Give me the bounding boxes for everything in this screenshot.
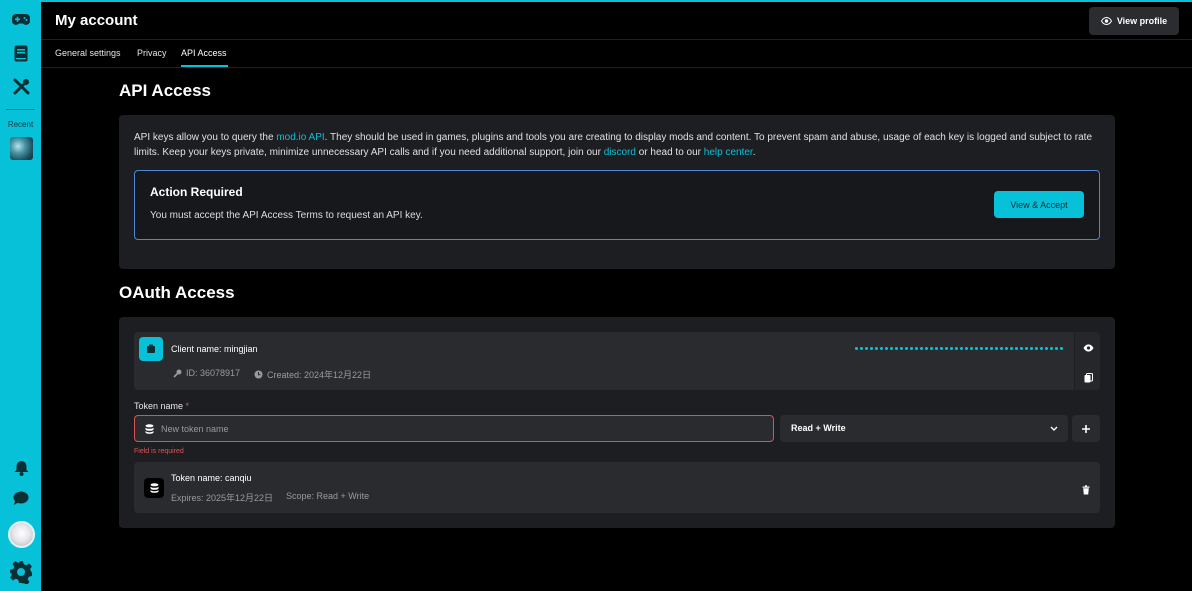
tab-privacy[interactable]: Privacy — [137, 48, 167, 58]
discord-link[interactable]: discord — [604, 147, 636, 158]
tab-general-settings[interactable]: General settings — [55, 48, 121, 58]
required-asterisk: * — [185, 401, 190, 411]
view-profile-button[interactable]: View profile — [1089, 7, 1179, 35]
api-access-panel: API keys allow you to query the mod.io A… — [119, 115, 1115, 269]
chat-icon[interactable] — [9, 486, 33, 510]
client-app-icon — [139, 337, 163, 361]
oauth-client-card: Client name: mingjian ID: 36078917 Creat… — [134, 332, 1100, 390]
recent-label: Recent — [7, 120, 34, 129]
masked-client-secret — [854, 346, 1064, 351]
client-id-text: ID: 36078917 — [186, 368, 241, 378]
plus-icon — [1082, 424, 1090, 433]
token-database-icon — [144, 478, 164, 498]
delete-token-trash-icon[interactable] — [1082, 482, 1090, 500]
bell-icon[interactable] — [9, 456, 33, 480]
field-required-error: Field is required — [134, 448, 184, 455]
token-expires: Expires: 2025年12月22日 — [171, 493, 274, 503]
token-list-item: Token name: canqiu Expires: 2025年12月22日 … — [134, 462, 1100, 513]
client-created-text: Created: 2024年12月22日 — [267, 370, 372, 380]
view-accept-button[interactable]: View & Accept — [994, 191, 1084, 218]
client-name: Client name: mingjian — [171, 344, 258, 354]
help-center-link[interactable]: help center — [704, 147, 753, 158]
view-profile-label: View profile — [1116, 16, 1168, 26]
book-icon[interactable] — [9, 41, 33, 65]
token-name-label: Token name * — [134, 401, 189, 411]
top-bar: My account View profile — [41, 0, 1192, 40]
add-token-button[interactable] — [1072, 415, 1100, 442]
oauth-access-panel: Client name: mingjian ID: 36078917 Creat… — [119, 317, 1115, 528]
left-rail: Recent — [0, 0, 41, 591]
token-name-input[interactable] — [161, 421, 761, 437]
eye-icon — [1100, 17, 1112, 25]
oauth-access-heading: OAuth Access — [119, 283, 235, 302]
token-scope: Scope: Read + Write — [286, 491, 370, 501]
scope-selected-value: Read + Write — [791, 423, 846, 433]
avatar[interactable] — [8, 521, 35, 548]
client-created: Created: 2024年12月22日 — [254, 368, 371, 381]
token-scope-select[interactable]: Read + Write — [780, 415, 1068, 442]
recent-game-thumbnail[interactable] — [10, 137, 33, 160]
settings-gear-icon[interactable] — [8, 559, 34, 585]
token-name-field[interactable] — [134, 415, 774, 442]
show-secret-eye-icon[interactable] — [1082, 342, 1094, 354]
action-required-title: Action Required — [150, 185, 243, 199]
page-title: My account — [55, 12, 138, 29]
intro-text-3: or head to our — [635, 147, 704, 158]
action-required-notice: Action Required You must accept the API … — [134, 170, 1100, 240]
tools-icon[interactable] — [9, 74, 33, 98]
account-tabs: General settings Privacy API Access — [41, 40, 1192, 68]
key-icon — [173, 369, 182, 378]
api-intro-text: API keys allow you to query the mod.io A… — [134, 130, 1100, 160]
api-access-heading: API Access — [119, 81, 211, 100]
intro-text-4: . — [752, 147, 756, 158]
rail-divider — [6, 109, 35, 110]
active-tab-indicator — [181, 65, 228, 67]
modio-api-link[interactable]: mod.io API — [276, 132, 324, 143]
tab-api-access[interactable]: API Access — [181, 48, 227, 58]
client-actions — [1074, 332, 1100, 390]
gamepad-icon[interactable] — [9, 8, 33, 32]
copy-icon[interactable] — [1082, 372, 1094, 384]
clock-icon — [254, 370, 263, 379]
token-name-label-text: Token name — [134, 401, 184, 411]
token-name: Token name: canqiu — [171, 473, 252, 483]
action-required-text: You must accept the API Access Terms to … — [150, 210, 423, 221]
client-id: ID: 36078917 — [173, 368, 240, 378]
intro-text-1: API keys allow you to query the — [134, 132, 277, 143]
database-icon — [145, 424, 154, 434]
chevron-down-icon — [1050, 426, 1058, 431]
